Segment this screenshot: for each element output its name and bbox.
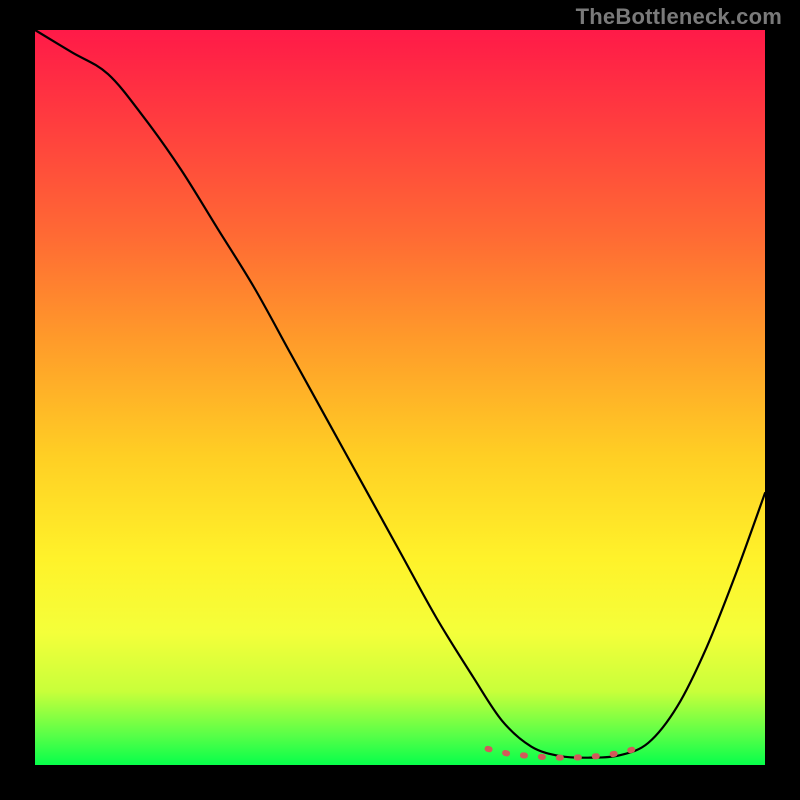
bottleneck-curve [35,30,765,758]
watermark-text: TheBottleneck.com [576,4,782,30]
chart-frame: TheBottleneck.com [0,0,800,800]
chart-svg [35,30,765,765]
plot-area [35,30,765,765]
